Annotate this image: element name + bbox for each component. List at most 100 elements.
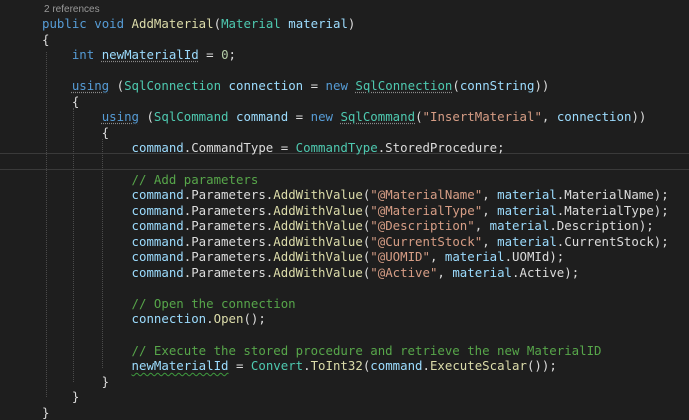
code-token-ident: connection xyxy=(228,78,304,94)
code-token-plain: .Parameters. xyxy=(183,202,274,218)
code-token-plain: } xyxy=(42,373,110,389)
code-token-plain: } xyxy=(42,389,80,405)
code-line[interactable]: // Open the connection xyxy=(42,296,296,311)
code-token-method: ToInt32 xyxy=(310,358,363,374)
code-line[interactable]: // Add parameters xyxy=(42,172,259,187)
code-line[interactable]: { xyxy=(42,125,109,140)
code-token-plain: , xyxy=(482,202,498,218)
code-token-ident: newMaterialId xyxy=(131,358,229,374)
code-line[interactable]: command.Parameters.AddWithValue("@UOMID"… xyxy=(42,249,565,265)
code-token-plain: = xyxy=(288,109,311,125)
current-line-highlight xyxy=(0,153,689,170)
code-token-plain: ( xyxy=(213,16,222,31)
code-token-ident: material xyxy=(288,16,348,31)
code-token-plain: .Parameters. xyxy=(183,187,274,203)
code-token-plain: )) xyxy=(631,109,647,125)
code-line[interactable]: } xyxy=(42,389,79,404)
code-token-plain: ()); xyxy=(526,358,557,374)
code-line[interactable]: command.CommandType = CommandType.Stored… xyxy=(42,140,505,155)
code-token-plain: = xyxy=(228,358,251,374)
code-line[interactable]: { xyxy=(42,32,49,47)
code-token-plain: . xyxy=(422,358,430,374)
code-line[interactable]: } xyxy=(42,374,109,389)
code-token-method: ExecuteScalar xyxy=(429,358,527,374)
code-token-ident: command xyxy=(236,109,289,125)
code-token-ident: command xyxy=(131,140,184,156)
code-line[interactable]: newMaterialId = Convert.ToInt32(command.… xyxy=(42,358,557,373)
code-token-plain: .Parameters. xyxy=(183,233,274,249)
code-token-plain: = xyxy=(198,47,222,63)
code-token-method: AddWithValue xyxy=(273,187,363,203)
code-line[interactable]: command.Parameters.AddWithValue("@Curren… xyxy=(42,234,669,249)
code-line[interactable]: public void AddMaterial(Material materia… xyxy=(42,16,355,31)
code-line[interactable]: using (SqlCommand command = new SqlComma… xyxy=(42,109,647,125)
code-token-plain: ( xyxy=(139,109,154,125)
code-line[interactable]: command.Parameters.AddWithValue("@Descri… xyxy=(42,218,654,233)
code-token-ident: command xyxy=(131,249,184,265)
code-line[interactable]: command.Parameters.AddWithValue("@Materi… xyxy=(42,203,669,218)
code-line[interactable]: // Execute the stored procedure and retr… xyxy=(42,343,602,358)
code-token-ident: command xyxy=(131,233,184,249)
code-token-string: "@UOMID" xyxy=(370,249,430,265)
code-line[interactable]: command.Parameters.AddWithValue("@Materi… xyxy=(42,187,669,202)
code-token-string: "@Description" xyxy=(370,218,475,234)
code-line[interactable]: int newMaterialId = 0; xyxy=(42,47,236,62)
code-token-method: AddWithValue xyxy=(273,233,363,249)
code-token-plain: , xyxy=(474,218,490,234)
code-token-ident: command xyxy=(370,358,423,374)
code-token-method: AddMaterial xyxy=(131,16,214,31)
code-token-plain: )) xyxy=(534,78,550,94)
code-token-plain: ( xyxy=(452,78,460,94)
code-line[interactable]: connection.Open(); xyxy=(42,311,266,326)
code-line[interactable]: { xyxy=(42,94,79,109)
code-token-keyword: new xyxy=(310,109,333,125)
code-token-plain: . xyxy=(206,311,214,327)
code-token-ident: material xyxy=(497,233,557,249)
code-token-plain: , xyxy=(437,264,453,280)
code-token-method: AddWithValue xyxy=(273,202,363,218)
code-token-plain: .MaterialName); xyxy=(556,187,669,203)
code-line[interactable]: using (SqlConnection connection = new Sq… xyxy=(42,78,550,94)
code-token-ident: command xyxy=(131,187,184,203)
code-token-plain: ( xyxy=(415,109,423,125)
code-token-plain: ; xyxy=(228,47,237,63)
code-token-string: "@MaterialName" xyxy=(370,187,483,203)
codelens-references[interactable]: 2 references xyxy=(44,3,100,17)
code-token-comment: // Execute the stored procedure and retr… xyxy=(131,342,602,358)
code-token-keyword: public xyxy=(42,16,87,31)
code-token-type: SqlCommand xyxy=(340,109,416,125)
code-token-ident: command xyxy=(131,264,184,280)
code-token-method: Open xyxy=(213,311,244,327)
code-token-ident: material xyxy=(452,264,513,280)
code-token-plain: .UOMId); xyxy=(504,249,565,265)
code-editor[interactable]: 2 references public void AddMaterial(Mat… xyxy=(0,0,689,420)
code-token-plain: ( xyxy=(109,78,125,94)
code-token-string: "@Active" xyxy=(370,264,438,280)
code-token-plain: .MaterialType); xyxy=(556,202,669,218)
code-token-plain: { xyxy=(42,124,110,140)
code-line[interactable]: } xyxy=(42,405,49,420)
code-token-plain: , xyxy=(429,249,445,265)
code-token-plain: , xyxy=(482,187,498,203)
code-token-plain: , xyxy=(482,233,498,249)
code-token-type: SqlConnection xyxy=(355,78,453,94)
code-line[interactable]: command.Parameters.AddWithValue("@Active… xyxy=(42,264,580,280)
code-token-ident: newMaterialId xyxy=(101,47,199,63)
code-token-plain: .Parameters. xyxy=(183,218,274,234)
code-token-method: AddWithValue xyxy=(273,264,363,280)
code-token-plain: , xyxy=(541,109,557,125)
code-token-plain: (); xyxy=(243,311,266,327)
code-token-method: AddWithValue xyxy=(273,218,363,234)
